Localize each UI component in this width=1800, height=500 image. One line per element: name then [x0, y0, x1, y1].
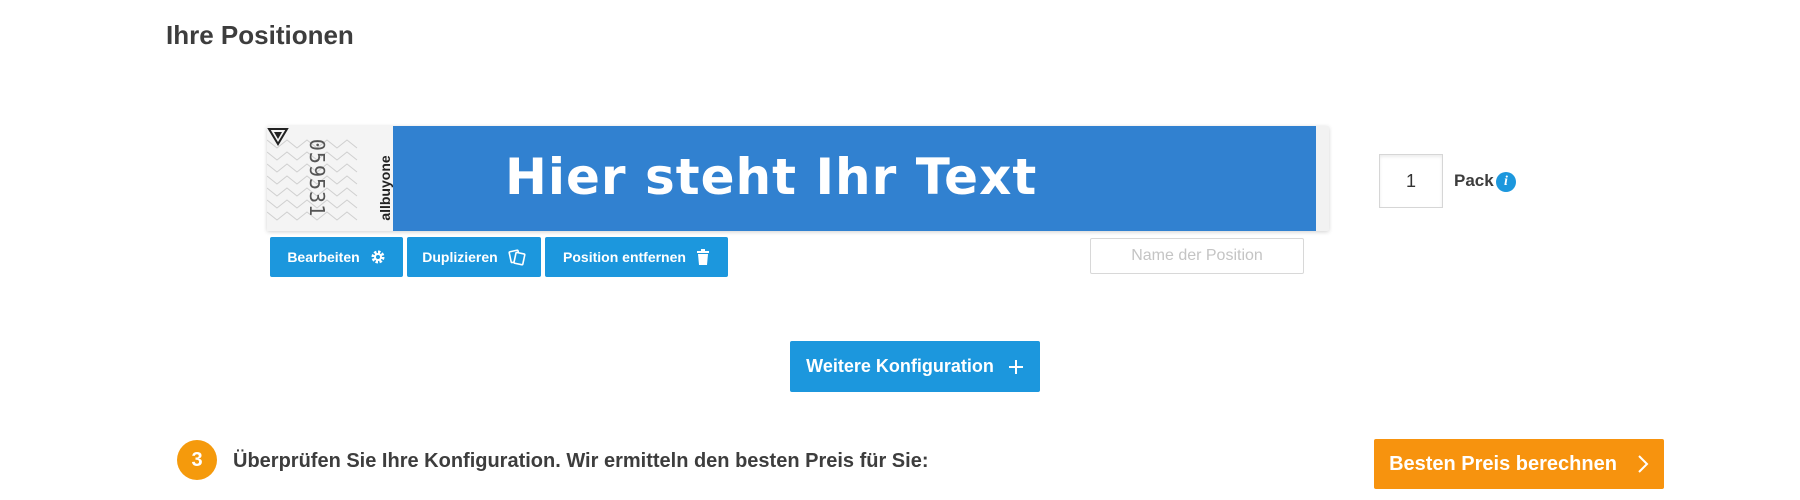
chevron-right-icon	[1638, 455, 1649, 473]
remove-position-button[interactable]: Position entfernen	[545, 237, 728, 277]
quantity-unit-label: Pack	[1454, 171, 1494, 190]
position-name-input[interactable]	[1090, 238, 1304, 274]
wristband-serial: 059531	[305, 138, 329, 218]
calculate-best-price-button[interactable]: Besten Preis berechnen	[1374, 439, 1664, 489]
quantity-input[interactable]	[1379, 154, 1443, 208]
remove-position-label: Position entfernen	[563, 249, 686, 265]
trash-icon	[696, 249, 709, 265]
page-title: Ihre Positionen	[166, 20, 354, 50]
wristband-preview: 059531 allbuyone Hier steht Ihr Text	[267, 126, 1329, 231]
step-instruction-text: Überprüfen Sie Ihre Konfiguration. Wir e…	[233, 450, 929, 472]
wristband-stub: 059531 allbuyone	[267, 126, 393, 231]
wristband-print-area: Hier steht Ihr Text	[393, 126, 1316, 231]
duplicate-button[interactable]: Duplizieren	[407, 237, 541, 277]
step-number-badge: 3	[177, 440, 217, 480]
plus-icon	[1008, 359, 1023, 374]
brand-logo-icon	[267, 128, 289, 146]
gear-icon	[371, 250, 385, 264]
calculate-best-price-label: Besten Preis berechnen	[1389, 452, 1617, 475]
wristband-text: Hier steht Ihr Text	[505, 148, 1038, 206]
wristband-brand: allbuyone	[377, 155, 393, 221]
edit-button-label: Bearbeiten	[287, 249, 360, 265]
more-configuration-label: Weitere Konfiguration	[806, 356, 994, 376]
duplicate-button-label: Duplizieren	[422, 249, 498, 265]
duplicate-icon	[508, 249, 526, 266]
more-configuration-button[interactable]: Weitere Konfiguration	[790, 341, 1040, 392]
edit-button[interactable]: Bearbeiten	[270, 237, 403, 277]
info-icon[interactable]: i	[1496, 172, 1516, 192]
